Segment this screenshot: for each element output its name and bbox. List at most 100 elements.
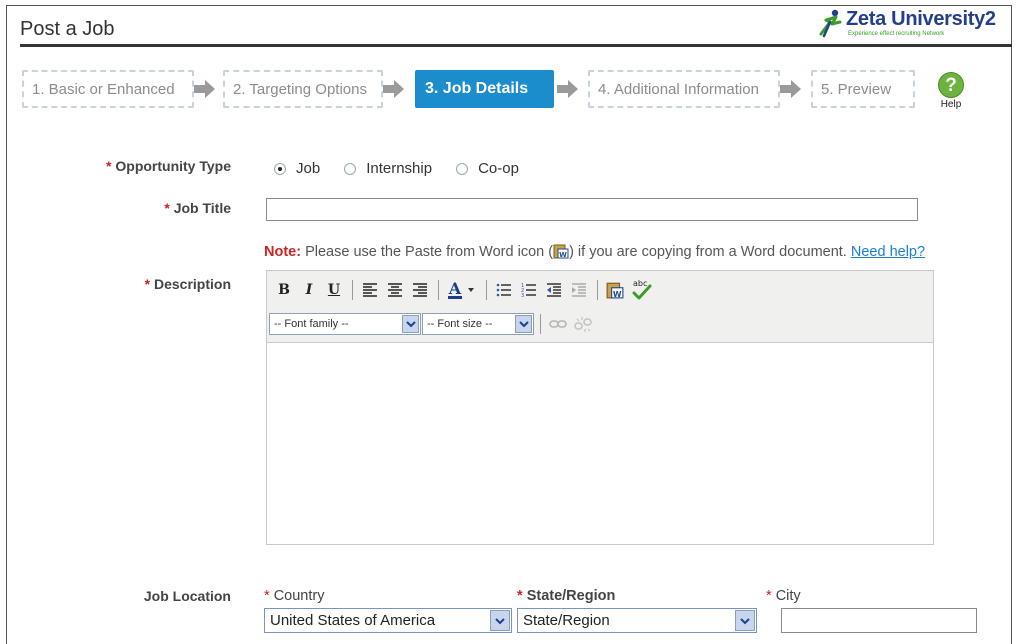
- opportunity-type-radio-group: Job Internship Co-op: [274, 160, 543, 177]
- radio-label: Co-op: [478, 160, 519, 177]
- link-icon[interactable]: [547, 313, 569, 335]
- label-text: State/Region: [526, 588, 616, 604]
- italic-icon[interactable]: I: [298, 279, 320, 301]
- numbered-list-icon[interactable]: 123: [518, 279, 540, 301]
- step-label: 5. Preview: [821, 80, 892, 98]
- logo-tagline: Experience effect recruiting Network: [848, 31, 945, 37]
- toolbar-divider: [486, 280, 487, 300]
- required-mark: *: [517, 588, 523, 604]
- step-label: 1. Basic or Enhanced: [32, 80, 175, 98]
- step-arrow-icon: [557, 80, 578, 98]
- city-input[interactable]: [781, 608, 977, 633]
- svg-text:abc: abc: [633, 279, 647, 288]
- job-location-label: Job Location: [143, 588, 231, 604]
- step-label: 3. Job Details: [425, 80, 529, 97]
- step-label: 4. Additional Information: [598, 80, 759, 98]
- label-text: City: [775, 588, 801, 604]
- required-mark: *: [164, 200, 170, 216]
- paste-from-word-icon[interactable]: W: [604, 279, 626, 301]
- help-icon: ?: [938, 72, 964, 98]
- page-title: Post a Job: [20, 18, 115, 40]
- country-value: United States of America: [270, 612, 436, 629]
- step-arrow-icon: [194, 80, 215, 98]
- toolbar-divider: [597, 280, 598, 300]
- help-button[interactable]: ? Help: [934, 72, 968, 110]
- editor-toolbar: B I U A 123 W abc -- Font family -- -- F…: [267, 271, 933, 343]
- step-preview[interactable]: 5. Preview: [811, 70, 915, 108]
- required-mark: *: [766, 588, 772, 604]
- toolbar-divider: [540, 314, 541, 334]
- radio-option-co-op[interactable]: Co-op: [456, 160, 519, 177]
- city-label: * City: [766, 588, 801, 604]
- job-title-input[interactable]: [266, 198, 918, 221]
- chevron-down-icon: [515, 315, 532, 333]
- state-region-select[interactable]: State/Region: [517, 608, 757, 633]
- font-color-icon[interactable]: A: [445, 279, 479, 301]
- bullet-list-icon[interactable]: [493, 279, 515, 301]
- label-text: Job Title: [173, 200, 231, 216]
- country-select[interactable]: United States of America: [264, 608, 512, 633]
- label-text: Opportunity Type: [115, 158, 231, 174]
- svg-text:3: 3: [521, 293, 524, 297]
- toolbar-divider: [438, 280, 439, 300]
- paste-from-word-icon: W: [553, 244, 569, 259]
- step-additional-information[interactable]: 4. Additional Information: [588, 70, 780, 108]
- unlink-icon[interactable]: [572, 313, 594, 335]
- header-rule: [20, 44, 1012, 47]
- align-center-icon[interactable]: [384, 279, 406, 301]
- step-arrow-icon: [383, 80, 404, 98]
- align-right-icon[interactable]: [409, 279, 431, 301]
- radio-option-internship[interactable]: Internship: [344, 160, 432, 177]
- radio-button[interactable]: [456, 162, 469, 175]
- zeta-university-logo: Zeta University2 Experience effect recru…: [818, 8, 1006, 40]
- indent-icon[interactable]: [568, 279, 590, 301]
- note-text: Please use the Paste from Word icon (: [301, 244, 554, 260]
- chevron-down-icon: [735, 610, 755, 631]
- outdent-icon[interactable]: [543, 279, 565, 301]
- required-mark: *: [144, 276, 151, 292]
- need-help-link[interactable]: Need help?: [851, 244, 925, 260]
- spellcheck-icon[interactable]: abc: [629, 279, 655, 301]
- state-region-label: * State/Region: [517, 588, 615, 604]
- radio-option-job[interactable]: Job: [274, 160, 320, 177]
- rich-text-editor: B I U A 123 W abc -- Font family -- -- F…: [266, 270, 934, 545]
- toolbar-divider: [352, 280, 353, 300]
- note-text: ) if you are copying from a Word documen…: [569, 244, 851, 260]
- logo-name: Zeta University2: [846, 8, 996, 30]
- svg-text:W: W: [559, 251, 567, 259]
- description-label: * Description: [145, 276, 231, 292]
- step-targeting-options[interactable]: 2. Targeting Options: [223, 70, 383, 108]
- description-editor-area[interactable]: [267, 344, 933, 544]
- radio-label: Internship: [366, 160, 433, 177]
- align-left-icon[interactable]: [359, 279, 381, 301]
- state-region-value: State/Region: [523, 612, 610, 629]
- font-family-select[interactable]: -- Font family --: [269, 313, 421, 335]
- bold-icon[interactable]: B: [273, 279, 295, 301]
- required-mark: *: [264, 588, 270, 604]
- opportunity-type-label: * Opportunity Type: [106, 158, 231, 174]
- label-text: Description: [153, 276, 231, 292]
- chevron-down-icon: [402, 315, 419, 333]
- svg-text:A: A: [448, 280, 462, 298]
- radio-button[interactable]: [274, 162, 286, 175]
- font-size-select[interactable]: -- Font size --: [422, 313, 534, 335]
- label-text: Country: [273, 588, 325, 604]
- font-size-value: -- Font size --: [427, 318, 493, 330]
- paste-from-word-note: Note: Please use the Paste from Word ico…: [264, 243, 925, 260]
- step-label: 2. Targeting Options: [233, 80, 367, 98]
- logo-figure-icon: [819, 9, 842, 38]
- step-job-details[interactable]: 3. Job Details: [415, 70, 554, 108]
- radio-button[interactable]: [344, 162, 357, 175]
- help-label: Help: [940, 99, 962, 110]
- job-title-label: * Job Title: [164, 200, 231, 216]
- underline-icon[interactable]: U: [323, 279, 345, 301]
- radio-label: Job: [296, 160, 321, 177]
- toolbar-row-formatting: B I U A 123 W abc: [273, 277, 658, 303]
- font-family-value: -- Font family --: [274, 318, 349, 330]
- step-arrow-icon: [780, 80, 801, 98]
- svg-text:W: W: [613, 290, 622, 299]
- chevron-down-icon: [490, 610, 510, 631]
- country-label: * Country: [264, 588, 324, 604]
- step-basic-or-enhanced[interactable]: 1. Basic or Enhanced: [22, 70, 194, 108]
- note-prefix: Note:: [264, 244, 302, 260]
